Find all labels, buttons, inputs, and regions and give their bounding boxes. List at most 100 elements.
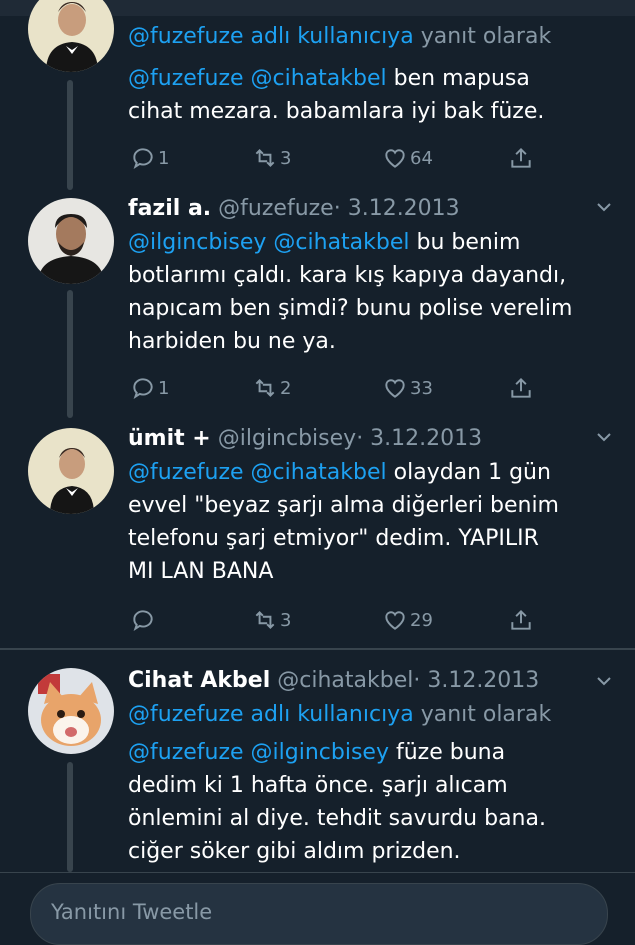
like-button[interactable]: 33	[382, 372, 433, 404]
action-bar: 1 2 33	[130, 372, 550, 404]
reply-placeholder: Yanıtını Tweetle	[51, 900, 213, 924]
tweet-text-line: harbiden bu ne ya.	[128, 325, 608, 358]
display-name[interactable]: fazil a.	[128, 196, 211, 221]
chevron-down-icon[interactable]	[595, 672, 613, 690]
reply-icon	[133, 610, 153, 631]
reply-icon	[133, 148, 153, 169]
share-icon	[511, 147, 531, 168]
tweet-text-segment: olaydan 1 gün	[386, 460, 551, 485]
tweet-2[interactable]: fazil a. @fuzefuze· 3.12.2013 @ilgincbis…	[0, 190, 635, 418]
reply-button[interactable]: 1	[130, 142, 169, 174]
tweet-text-segment: ciğer söker gibi aldım prizden.	[128, 839, 461, 864]
user-handle[interactable]: @cihatakbel	[277, 668, 413, 693]
divider	[0, 648, 635, 650]
reply-button[interactable]	[130, 604, 158, 636]
like-icon	[385, 379, 405, 398]
tweet-text-segment: cihat mezara. babamlara iyi bak füze.	[128, 99, 545, 124]
thread-line	[67, 290, 73, 418]
tweet-date[interactable]: · 3.12.2013	[356, 426, 482, 451]
retweet-button[interactable]: 3	[252, 142, 291, 174]
reply-to-link[interactable]: @fuzefuze adlı kullanıcıya	[128, 24, 414, 49]
retweet-button[interactable]: 2	[252, 372, 291, 404]
thread-line	[67, 762, 73, 872]
tweet-text-line: cihat mezara. babamlara iyi bak füze.	[128, 95, 608, 128]
like-icon	[385, 611, 405, 630]
tweet-text-line: telefonu şarj etmiyor" dedim. YAPILIR	[128, 522, 608, 555]
retweet-icon	[255, 379, 275, 397]
tweet-text-line: napıcam ben şimdi? bunu polise verelim	[128, 292, 608, 325]
tweet-date[interactable]: · 3.12.2013	[334, 196, 460, 221]
tweet-text: @fuzefuze @ilgincbisey füze buna dedim ki…	[128, 736, 608, 868]
reply-count: 1	[158, 377, 170, 399]
tweet-text: @fuzefuze @cihatakbel olaydan 1 gün evvel…	[128, 456, 608, 588]
share-button[interactable]	[508, 142, 534, 174]
mention-link[interactable]: @fuzefuze @cihatakbel	[128, 460, 387, 485]
display-name[interactable]: Cihat Akbel	[128, 668, 270, 693]
tweet-text-segment: füze buna	[388, 740, 506, 765]
mention-link[interactable]: @ilgincbisey @cihatakbel	[128, 230, 410, 255]
like-count: 64	[410, 147, 433, 169]
tweet-text-segment: evvel "beyaz şarjı alma diğerleri benim	[128, 493, 559, 518]
reply-input[interactable]: Yanıtını Tweetle	[30, 883, 608, 945]
tweet-text-segment: MI LAN BANA	[128, 559, 274, 584]
share-button[interactable]	[508, 604, 534, 636]
tweet-text-line: dedim ki 1 hafta önce. şarjı alıcam	[128, 769, 608, 802]
retweet-button[interactable]: 3	[252, 604, 291, 636]
tweet-text-line: botlarımı çaldı. kara kış kapıya dayandı…	[128, 259, 608, 292]
mention-link[interactable]: @fuzefuze @cihatakbel	[128, 66, 387, 91]
tweet-1[interactable]: @fuzefuze adlı kullanıcıya yanıt olarak …	[0, 0, 635, 190]
chevron-down-icon[interactable]	[595, 428, 613, 446]
avatar[interactable]	[28, 668, 114, 754]
avatar[interactable]	[28, 0, 114, 72]
tweet-4[interactable]: Cihat Akbel @cihatakbel· 3.12.2013 @fuze…	[0, 652, 635, 872]
tweet-text-line: @fuzefuze @ilgincbisey füze buna	[128, 736, 608, 769]
retweet-icon	[255, 149, 275, 167]
avatar[interactable]	[28, 198, 114, 284]
reply-to-suffix: yanıt olarak	[420, 702, 552, 727]
like-icon	[385, 149, 405, 168]
action-bar: 3 29	[130, 604, 550, 636]
tweet-text-segment: telefonu şarj etmiyor" dedim. YAPILIR	[128, 526, 539, 551]
retweet-count: 3	[280, 147, 292, 169]
retweet-count: 3	[280, 609, 292, 631]
tweet-text-line: evvel "beyaz şarjı alma diğerleri benim	[128, 489, 608, 522]
like-button[interactable]: 29	[382, 604, 433, 636]
tweet-header: Cihat Akbel @cihatakbel· 3.12.2013	[128, 666, 608, 696]
tweet-text-segment: ben mapusa	[386, 66, 530, 91]
tweet-text-segment: önlemini al diye. tehdit savurdu bana.	[128, 806, 546, 831]
tweet-text-segment: dedim ki 1 hafta önce. şarjı alıcam	[128, 773, 508, 798]
reply-to-suffix: yanıt olarak	[420, 24, 552, 49]
chevron-down-icon[interactable]	[595, 198, 613, 216]
tweet-text-line: @fuzefuze @cihatakbel olaydan 1 gün	[128, 456, 608, 489]
retweet-count: 2	[280, 377, 292, 399]
like-count: 33	[410, 377, 433, 399]
tweet-date[interactable]: · 3.12.2013	[413, 668, 539, 693]
thread-line	[67, 80, 73, 190]
mention-link[interactable]: @fuzefuze @ilgincbisey	[128, 740, 389, 765]
reply-bar: Yanıtını Tweetle	[0, 872, 635, 945]
tweet-text-line: önlemini al diye. tehdit savurdu bana.	[128, 802, 608, 835]
tweet-header: fazil a. @fuzefuze· 3.12.2013	[128, 194, 608, 224]
display-name[interactable]: ümit +	[128, 426, 211, 451]
tweet-3[interactable]: ümit + @ilgincbisey· 3.12.2013 @fuzefuze…	[0, 420, 635, 648]
action-bar: 1 3 64	[130, 142, 550, 174]
tweet-header: ümit + @ilgincbisey· 3.12.2013	[128, 424, 608, 454]
tweet-text: @fuzefuze @cihatakbel ben mapusa cihat me…	[128, 62, 608, 128]
user-handle[interactable]: @fuzefuze	[218, 196, 334, 221]
retweet-icon	[255, 611, 275, 629]
like-button[interactable]: 64	[382, 142, 433, 174]
like-count: 29	[410, 609, 433, 631]
user-handle[interactable]: @ilgincbisey	[218, 426, 356, 451]
share-icon	[511, 377, 531, 398]
share-button[interactable]	[508, 372, 534, 404]
tweet-text-segment: harbiden bu ne ya.	[128, 329, 336, 354]
tweet-text-segment: bu benim	[409, 230, 521, 255]
reply-context: @fuzefuze adlı kullanıcıya yanıt olarak	[128, 700, 608, 730]
reply-context: @fuzefuze adlı kullanıcıya yanıt olarak	[128, 22, 608, 52]
reply-count: 1	[158, 147, 170, 169]
tweet-text-line: @fuzefuze @cihatakbel ben mapusa	[128, 62, 608, 95]
share-icon	[511, 609, 531, 630]
reply-to-link[interactable]: @fuzefuze adlı kullanıcıya	[128, 702, 414, 727]
reply-button[interactable]: 1	[130, 372, 169, 404]
avatar[interactable]	[28, 428, 114, 514]
